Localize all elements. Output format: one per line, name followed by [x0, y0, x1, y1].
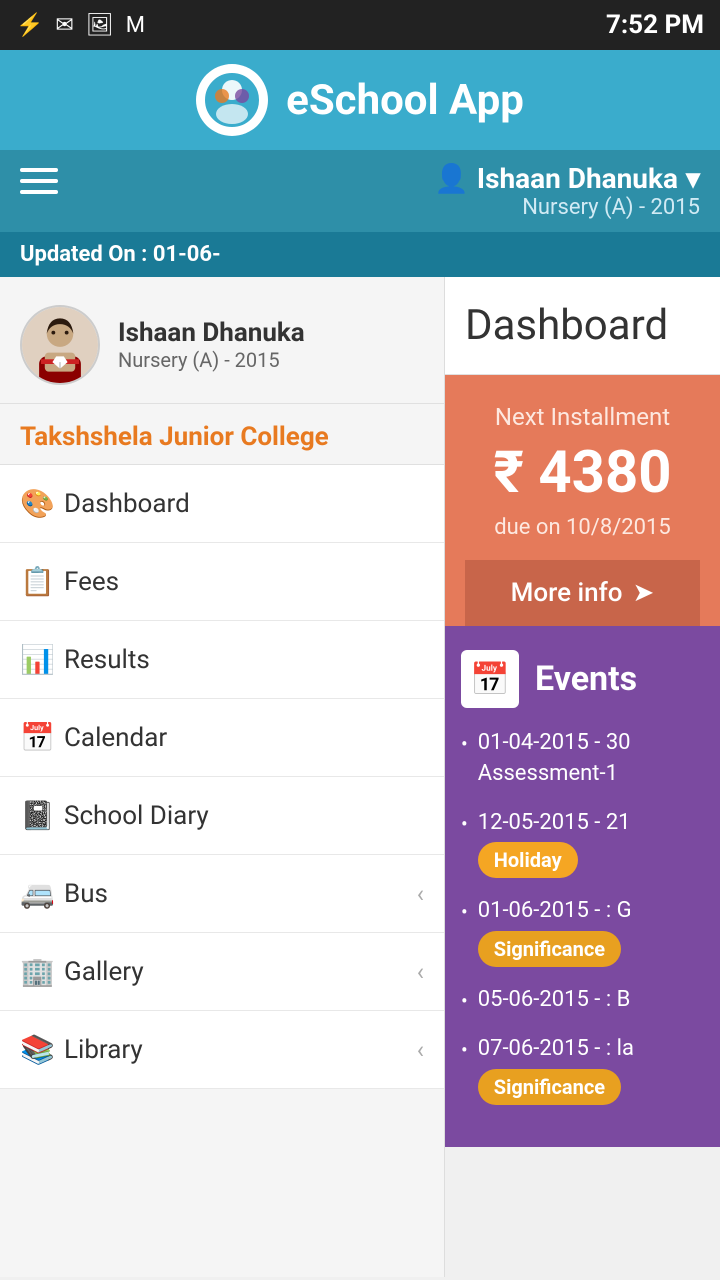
event-bullet: • — [461, 1038, 468, 1062]
event-item: • 07-06-2015 - : laSignificance — [461, 1034, 704, 1105]
calendar-label: Calendar — [64, 723, 424, 753]
user-class-display: Nursery (A) - 2015 — [434, 195, 700, 220]
gmail-icon: M — [126, 13, 145, 38]
nav-list: 🎨 Dashboard 📋 Fees 📊 Results 📅 Calendar … — [0, 465, 444, 1089]
school-diary-icon: 📓 — [20, 799, 64, 832]
arrow-icon: ➤ — [633, 578, 655, 608]
sidebar-item-calendar[interactable]: 📅 Calendar — [0, 699, 444, 777]
user-bar: 👤 Ishaan Dhanuka ▾ Nursery (A) - 2015 — [0, 150, 720, 232]
fees-icon: 📋 — [20, 565, 64, 598]
events-card: 📅 Events • 01-04-2015 - 30 Assessment-1 … — [445, 626, 720, 1147]
event-bullet: • — [461, 812, 468, 836]
image-icon: 🖼 — [86, 13, 114, 38]
status-icons: ⚡ ✉ 🖼 M — [16, 13, 145, 38]
event-text: 01-04-2015 - 30 Assessment-1 — [478, 728, 704, 790]
event-text: 07-06-2015 - : laSignificance — [478, 1034, 634, 1105]
user-info: 👤 Ishaan Dhanuka ▾ Nursery (A) - 2015 — [434, 162, 700, 220]
significance-badge: Significance — [478, 931, 621, 967]
library-icon: 📚 — [20, 1033, 64, 1066]
more-info-button[interactable]: More info ➤ — [465, 560, 700, 626]
event-item: • 12-05-2015 - 21Holiday — [461, 808, 704, 879]
event-item: • 05-06-2015 - : B — [461, 985, 704, 1016]
gallery-icon: 🏢 — [20, 955, 64, 988]
sidebar-item-library[interactable]: 📚 Library ‹ — [0, 1011, 444, 1089]
event-text: 05-06-2015 - : B — [478, 985, 631, 1016]
sidebar-item-gallery[interactable]: 🏢 Gallery ‹ — [0, 933, 444, 1011]
chevron-icon: ‹ — [417, 1036, 424, 1064]
fee-due: due on 10/8/2015 — [465, 515, 700, 540]
app-logo — [196, 64, 268, 136]
school-diary-label: School Diary — [64, 801, 424, 831]
gallery-label: Gallery — [64, 957, 417, 987]
sidebar: Ishaan Dhanuka Nursery (A) - 2015 Takshs… — [0, 277, 445, 1277]
app-header: eSchool App — [0, 50, 720, 150]
profile-name: Ishaan Dhanuka — [118, 318, 305, 348]
chevron-icon: ‹ — [417, 880, 424, 908]
dashboard-title: Dashboard — [445, 277, 720, 375]
avatar — [20, 305, 100, 385]
profile-details: Ishaan Dhanuka Nursery (A) - 2015 — [118, 318, 305, 372]
event-item: • 01-04-2015 - 30 Assessment-1 — [461, 728, 704, 790]
main-layout: Ishaan Dhanuka Nursery (A) - 2015 Takshs… — [0, 277, 720, 1277]
updated-bar: Updated On : 01-06- — [0, 232, 720, 277]
right-panel: Dashboard Next Installment ₹ 4380 due on… — [445, 277, 720, 1277]
events-header: 📅 Events — [461, 650, 704, 708]
sidebar-item-school-diary[interactable]: 📓 School Diary — [0, 777, 444, 855]
fee-label: Next Installment — [465, 403, 700, 431]
dropdown-icon: ▾ — [686, 162, 700, 195]
calendar-icon: 📅 — [461, 650, 519, 708]
sidebar-item-dashboard[interactable]: 🎨 Dashboard — [0, 465, 444, 543]
status-time: 7:52 PM — [606, 10, 704, 40]
event-text: 12-05-2015 - 21Holiday — [478, 808, 631, 879]
sidebar-item-fees[interactable]: 📋 Fees — [0, 543, 444, 621]
dashboard-label: Dashboard — [64, 489, 424, 519]
fee-card: Next Installment ₹ 4380 due on 10/8/2015… — [445, 375, 720, 626]
results-label: Results — [64, 645, 424, 675]
library-label: Library — [64, 1035, 417, 1065]
app-title: eSchool App — [286, 76, 524, 125]
logo-svg — [202, 70, 262, 130]
event-bullet: • — [461, 989, 468, 1013]
calendar-icon: 📅 — [20, 721, 64, 754]
usb-icon: ⚡ — [16, 13, 43, 38]
sidebar-item-results[interactable]: 📊 Results — [0, 621, 444, 699]
significance-badge: Significance — [478, 1069, 621, 1105]
fee-amount: ₹ 4380 — [465, 439, 700, 507]
holiday-badge: Holiday — [478, 842, 578, 878]
more-info-label: More info — [511, 578, 623, 608]
events-list: • 01-04-2015 - 30 Assessment-1 • 12-05-2… — [461, 728, 704, 1105]
user-icon: 👤 — [434, 162, 469, 195]
profile-class: Nursery (A) - 2015 — [118, 348, 305, 372]
fees-label: Fees — [64, 567, 424, 597]
school-name: Takshshela Junior College — [0, 404, 444, 465]
hamburger-menu[interactable] — [20, 162, 58, 194]
chevron-icon: ‹ — [417, 958, 424, 986]
status-bar: ⚡ ✉ 🖼 M 7:52 PM — [0, 0, 720, 50]
results-icon: 📊 — [20, 643, 64, 676]
bus-icon: 🚐 — [20, 877, 64, 910]
dashboard-icon: 🎨 — [20, 487, 64, 520]
sidebar-item-bus[interactable]: 🚐 Bus ‹ — [0, 855, 444, 933]
event-text: 01-06-2015 - : GSignificance — [478, 896, 632, 967]
email-icon: ✉ — [55, 13, 73, 38]
avatar-svg — [22, 305, 98, 385]
events-title: Events — [535, 659, 637, 699]
profile-section: Ishaan Dhanuka Nursery (A) - 2015 — [0, 277, 444, 404]
event-bullet: • — [461, 732, 468, 756]
event-item: • 01-06-2015 - : GSignificance — [461, 896, 704, 967]
bus-label: Bus — [64, 879, 417, 909]
event-bullet: • — [461, 900, 468, 924]
user-name-display[interactable]: 👤 Ishaan Dhanuka ▾ — [434, 162, 700, 195]
